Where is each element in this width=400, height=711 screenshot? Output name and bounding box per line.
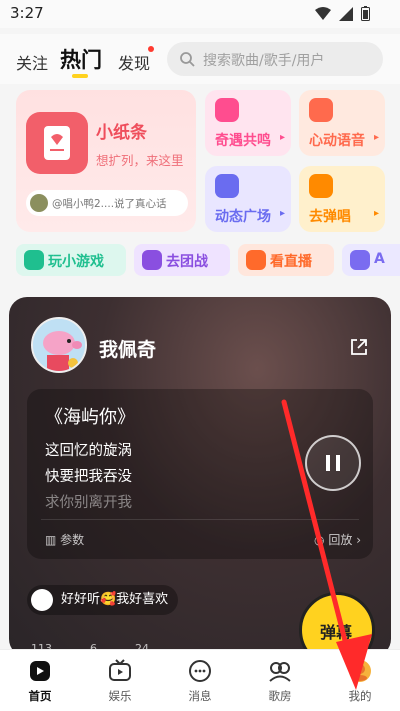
feature-square[interactable]: 动态广场 ▸ bbox=[205, 166, 291, 232]
heart-face-icon bbox=[215, 98, 239, 122]
feature-label: 去弹唱 bbox=[309, 209, 351, 225]
danmu-label: 弹幕 bbox=[320, 623, 353, 642]
note-card-subtitle: 想扩列，来这里 bbox=[96, 153, 184, 168]
chevron-right-icon: › bbox=[356, 533, 361, 547]
search-placeholder: 搜索歌曲/歌手/用户 bbox=[203, 53, 325, 69]
tab-discover[interactable]: 发现 bbox=[118, 50, 150, 74]
note-card[interactable]: 小纸条 想扩列，来这里 @唱小鸭2....说了真心话 bbox=[16, 90, 196, 232]
nav-karaoke-room[interactable]: 歌房 bbox=[250, 658, 310, 704]
trophy-icon bbox=[142, 250, 162, 270]
notification-dot bbox=[148, 46, 154, 52]
pause-icon bbox=[326, 455, 340, 471]
divider bbox=[41, 519, 359, 520]
nav-entertainment[interactable]: 娱乐 bbox=[90, 658, 150, 704]
song-title: 《海屿你》 bbox=[45, 407, 135, 428]
bottom-nav: 首页 娱乐 消息 歌房 我的 bbox=[0, 649, 400, 711]
search-input[interactable]: 搜索歌曲/歌手/用户 bbox=[167, 42, 383, 76]
game-icon bbox=[24, 250, 44, 270]
danmu-button[interactable]: 弹幕 bbox=[299, 592, 375, 657]
lyrics-panel[interactable]: 《海屿你》 这回忆的旋涡 快要把我吞没 求你别离开我 ▥ 参数 ◷ 回放 › bbox=[27, 389, 373, 559]
chip-label: 看直播 bbox=[270, 254, 312, 270]
nav-label: 我的 bbox=[348, 689, 372, 703]
tab-follow[interactable]: 关注 bbox=[16, 50, 48, 74]
status-bar: 3:27 bbox=[0, 0, 400, 28]
feature-voice[interactable]: 心动语音 ▸ bbox=[299, 90, 385, 156]
chip-games[interactable]: 玩小游戏 bbox=[16, 244, 126, 276]
nav-label: 歌房 bbox=[268, 689, 292, 703]
status-icons bbox=[315, 6, 370, 21]
params-button[interactable]: ▥ 参数 bbox=[45, 531, 84, 548]
live-tv-icon bbox=[246, 250, 266, 270]
chip-label: A bbox=[374, 251, 385, 267]
feature-label: 奇遇共鸣 bbox=[215, 133, 271, 149]
lyric-line: 快要把我吞没 bbox=[45, 469, 132, 485]
chip-label: 去团战 bbox=[166, 254, 208, 270]
tab-hot[interactable]: 热门 bbox=[60, 44, 102, 74]
note-icon bbox=[26, 112, 88, 174]
signal-icon bbox=[339, 6, 353, 21]
chip-ai[interactable]: A bbox=[342, 244, 400, 276]
lyric-line: 求你别离开我 bbox=[45, 495, 132, 511]
chip-live[interactable]: 看直播 bbox=[238, 244, 334, 276]
note-card-title: 小纸条 bbox=[96, 123, 147, 143]
search-icon bbox=[179, 51, 195, 71]
avatar bbox=[30, 194, 48, 212]
chevron-right-icon: ▸ bbox=[279, 208, 285, 219]
keyboard-icon bbox=[309, 174, 333, 198]
user-name[interactable]: 我佩奇 bbox=[99, 335, 156, 362]
nav-label: 娱乐 bbox=[108, 689, 132, 703]
nav-label: 首页 bbox=[28, 689, 52, 703]
pause-button[interactable] bbox=[305, 435, 361, 491]
chevron-right-icon: ▸ bbox=[279, 132, 285, 143]
send-icon bbox=[215, 174, 239, 198]
message-icon bbox=[189, 660, 211, 682]
chip-team-battle[interactable]: 去团战 bbox=[134, 244, 230, 276]
avatar bbox=[31, 589, 53, 611]
note-preview[interactable]: @唱小鸭2....说了真心话 bbox=[26, 190, 188, 216]
replay-button[interactable]: ◷ 回放 › bbox=[314, 531, 361, 548]
room-icon bbox=[269, 662, 291, 682]
comment-text: 好好听🥰我好喜欢 bbox=[61, 592, 169, 607]
music-card[interactable]: 我佩奇 《海屿你》 这回忆的旋涡 快要把我吞没 求你别离开我 ▥ 参数 ◷ 回放… bbox=[9, 297, 391, 657]
feature-label: 心动语音 bbox=[309, 133, 365, 149]
piano-icon: ▥ bbox=[45, 533, 57, 547]
wifi-icon bbox=[315, 6, 331, 20]
tv-icon bbox=[109, 659, 131, 681]
avatar[interactable] bbox=[31, 317, 87, 373]
home-icon bbox=[30, 661, 50, 681]
nav-me[interactable]: 我的 bbox=[330, 658, 390, 704]
battery-icon bbox=[361, 6, 370, 21]
heart-voice-icon bbox=[309, 98, 333, 122]
replay-label: 回放 bbox=[328, 533, 353, 547]
share-icon[interactable] bbox=[349, 337, 369, 361]
nav-label: 消息 bbox=[188, 689, 212, 703]
active-tab-indicator bbox=[72, 74, 88, 78]
feature-sing[interactable]: 去弹唱 ▸ bbox=[299, 166, 385, 232]
nav-home[interactable]: 首页 bbox=[10, 658, 70, 704]
lyric-line: 这回忆的旋涡 bbox=[45, 443, 132, 459]
nav-messages[interactable]: 消息 bbox=[170, 658, 230, 704]
chevron-right-icon: ▸ bbox=[373, 208, 379, 219]
ai-icon bbox=[350, 250, 370, 270]
feature-encounter[interactable]: 奇遇共鸣 ▸ bbox=[205, 90, 291, 156]
danmu-comment[interactable]: 好好听🥰我好喜欢 bbox=[27, 585, 179, 615]
status-time: 3:27 bbox=[10, 4, 44, 22]
feature-label: 动态广场 bbox=[215, 209, 271, 225]
chip-label: 玩小游戏 bbox=[48, 254, 104, 270]
note-preview-text: @唱小鸭2....说了真心话 bbox=[52, 198, 167, 210]
top-nav: 关注 热门 发现 搜索歌曲/歌手/用户 bbox=[0, 34, 400, 84]
replay-icon: ◷ bbox=[314, 533, 325, 547]
profile-avatar-icon bbox=[349, 660, 371, 682]
chevron-right-icon: ▸ bbox=[373, 132, 379, 143]
params-label: 参数 bbox=[60, 533, 85, 547]
